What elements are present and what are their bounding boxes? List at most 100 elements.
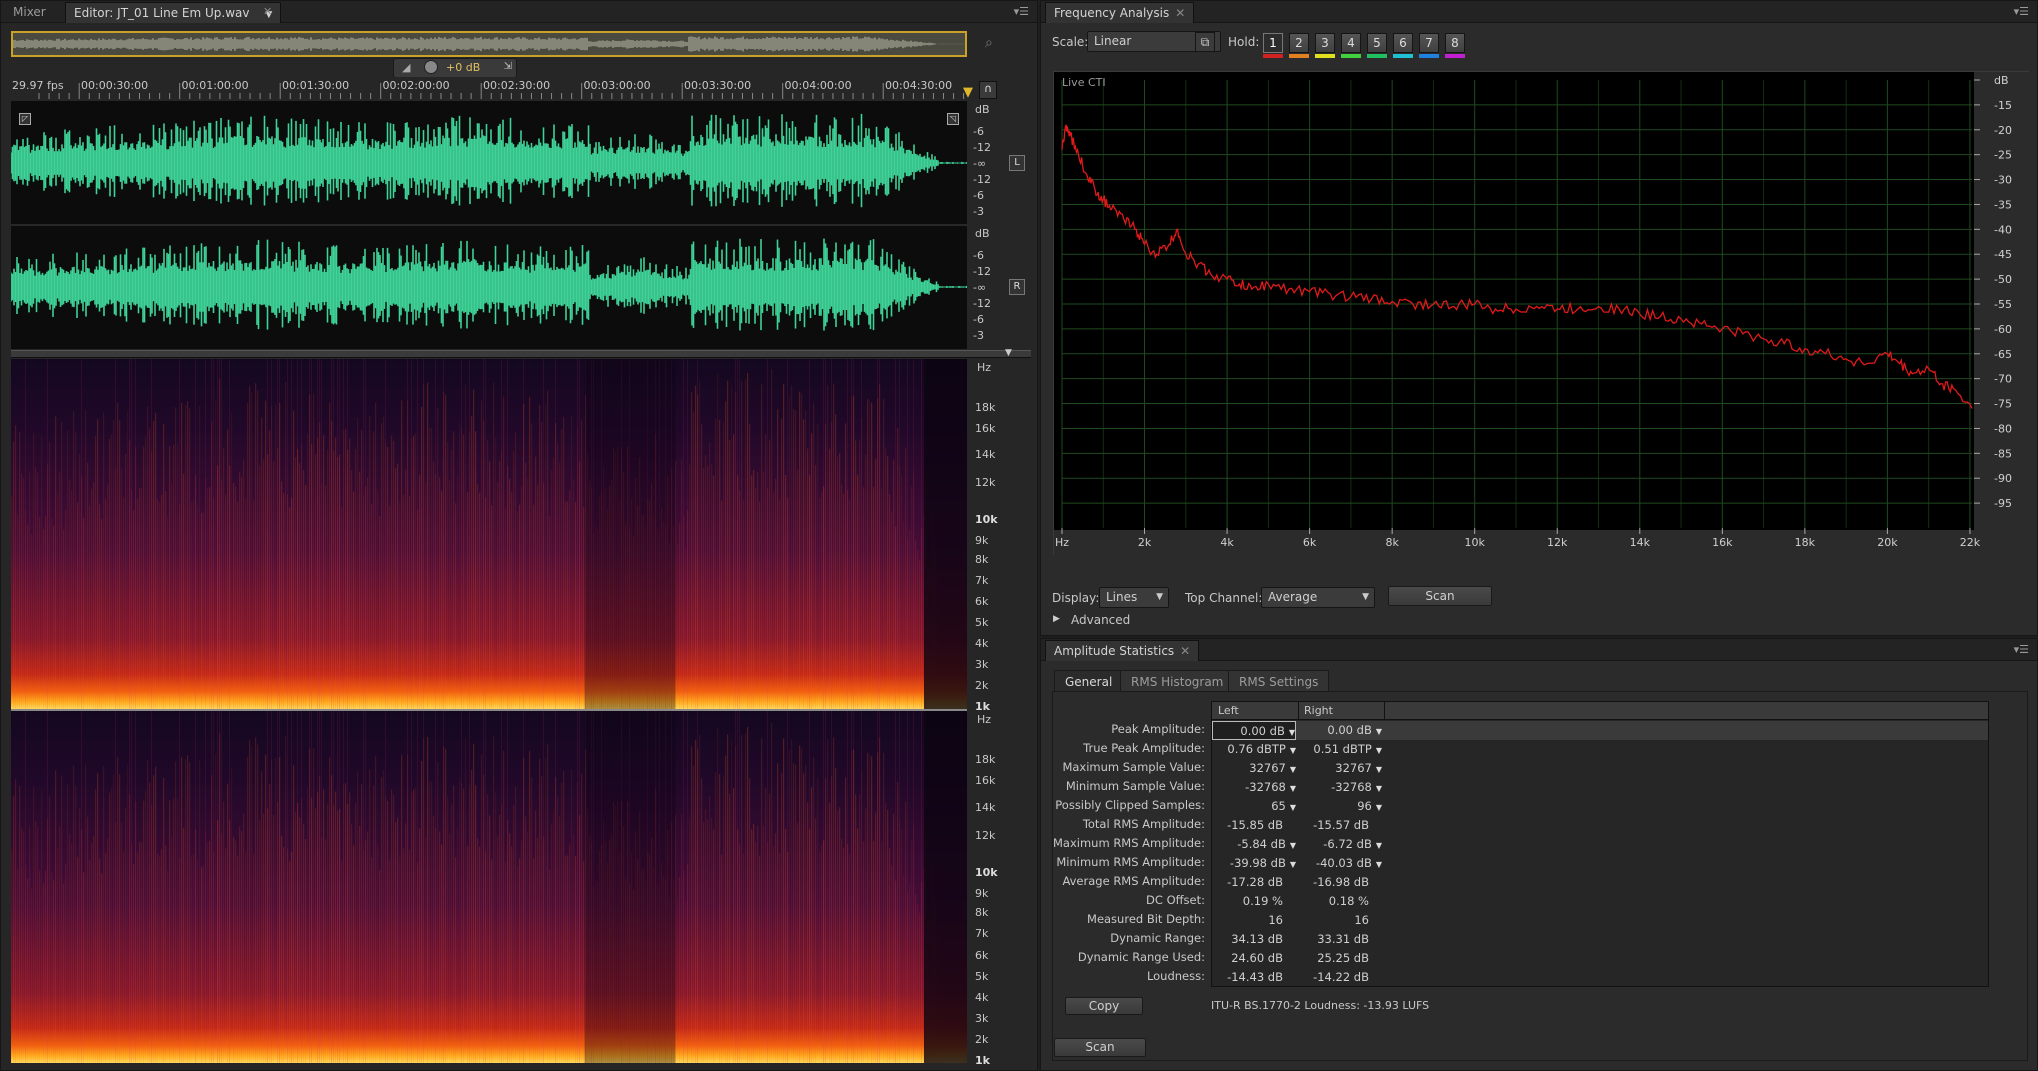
pin-icon[interactable]: ⇲ [504, 61, 512, 72]
panel-menu-icon[interactable]: ▾☰ [1014, 5, 1029, 18]
db-scale-left: dB -6 -12 -∞ -12 -6 -3 L [969, 101, 1029, 225]
y-tick-label: -15 [1994, 99, 2012, 112]
x-tick-label: 14k [1630, 536, 1651, 549]
hold-button-7[interactable]: 7 [1419, 33, 1439, 53]
stat-right-value[interactable]: -32768 ▼ [1298, 778, 1382, 797]
jump-to-icon[interactable]: ▼ [1376, 741, 1382, 760]
close-icon[interactable]: ✕ [1180, 644, 1190, 658]
col-divider [1298, 702, 1299, 720]
jump-to-icon[interactable]: ▼ [1290, 798, 1296, 817]
hz-unit-label: Hz [977, 361, 992, 374]
tab-general[interactable]: General [1054, 670, 1124, 692]
tab-amplitude-statistics[interactable]: Amplitude Statistics ✕ [1045, 640, 1200, 661]
waveform-view[interactable]: ◸ ◹ [10, 101, 968, 349]
hold-button-1[interactable]: 1 [1263, 33, 1283, 53]
overview-strip[interactable] [11, 31, 967, 57]
display-dropdown[interactable]: Lines ▼ [1099, 587, 1169, 608]
tab-frequency-analysis[interactable]: Frequency Analysis ✕ [1045, 2, 1195, 23]
stat-right-value[interactable]: -40.03 dB ▼ [1298, 854, 1382, 873]
stat-left-value[interactable]: 32767 ▼ [1212, 759, 1296, 778]
hud-volume[interactable]: ◢ +0 dB ⇲ [393, 58, 517, 78]
stat-left-value[interactable]: 65 ▼ [1212, 797, 1296, 816]
stat-right-value[interactable]: 0.00 dB ▼ [1298, 721, 1382, 740]
tab-rms-settings[interactable]: RMS Settings [1228, 670, 1330, 692]
jump-to-icon[interactable]: ▼ [1376, 760, 1382, 779]
stat-left-value[interactable]: -39.98 dB ▼ [1212, 854, 1296, 873]
hold-color-swatch [1289, 54, 1309, 58]
freq-scan-button[interactable]: Scan [1388, 586, 1492, 606]
spectrum-graph[interactable]: dB -15 -20 -25 -30 -35 -40 -45 -50 -55 -60 -65 -70 -7… [1053, 71, 2030, 556]
jump-to-icon[interactable]: ▼ [1376, 779, 1382, 798]
headphones-icon[interactable]: ∩ [979, 81, 997, 99]
chevron-down-icon[interactable]: ▼ [1005, 348, 1012, 358]
y-tick-label: -65 [1994, 348, 2012, 361]
channel-left-button[interactable]: L [1009, 155, 1025, 171]
x-tick-label: 2k [1138, 536, 1152, 549]
advanced-expand-icon[interactable]: ▶ [1053, 614, 1060, 624]
stat-right-value[interactable]: 0.51 dBTP ▼ [1298, 740, 1382, 759]
fade-in-handle-icon[interactable]: ◸ [19, 113, 31, 125]
playhead-marker-icon[interactable]: ▼ [963, 85, 973, 100]
hz-tick-label: 6k [975, 948, 989, 962]
channel-right-button[interactable]: R [1009, 279, 1025, 295]
stat-right-value: -16.98 dB [1313, 875, 1369, 889]
top-channel-label: Top Channel: [1185, 591, 1263, 605]
panel-menu-icon[interactable]: ▾☰ [2014, 5, 2029, 18]
hold-button-4[interactable]: 4 [1341, 33, 1361, 53]
jump-to-icon[interactable]: ▼ [1290, 779, 1296, 798]
close-icon[interactable]: ✕ [1175, 6, 1185, 20]
hold-button-5[interactable]: 5 [1367, 33, 1387, 53]
jump-to-icon[interactable]: ▼ [1376, 855, 1382, 874]
timeline-ruler[interactable]: 29.97 fps 00:00:30:00 00:01:00:00 00:01:30… [9, 77, 969, 99]
tab-mixer[interactable]: Mixer [5, 2, 54, 23]
top-channel-dropdown[interactable]: Average ▼ [1261, 587, 1375, 608]
spectrogram-view[interactable] [11, 359, 967, 1063]
stat-left-value[interactable]: -32768 ▼ [1212, 778, 1296, 797]
stat-label: Dynamic Range Used: [1077, 950, 1205, 964]
col-divider [1384, 702, 1385, 720]
hz-tick-label: 9k [975, 534, 989, 547]
stats-row: 32767 ▼ 32767 ▼ [1212, 759, 1988, 778]
jump-to-icon[interactable]: ▼ [1376, 722, 1382, 741]
hud-gain-value[interactable]: +0 dB [446, 61, 480, 74]
hold-button-6[interactable]: 6 [1393, 33, 1413, 53]
jump-to-icon[interactable]: ▼ [1290, 836, 1296, 855]
view-divider[interactable] [11, 350, 1031, 358]
copy-graph-icon[interactable]: ⧉ [1195, 32, 1215, 52]
stat-right-value[interactable]: 32767 ▼ [1298, 759, 1382, 778]
stat-left-value[interactable]: -5.84 dB ▼ [1212, 835, 1296, 854]
hold-button-3[interactable]: 3 [1315, 33, 1335, 53]
hz-tick-label: 2k [975, 679, 989, 693]
knob-icon[interactable] [424, 60, 438, 74]
hold-button-2[interactable]: 2 [1289, 33, 1309, 53]
ruler-ticks [38, 83, 965, 99]
y-tick-label: -90 [1994, 472, 2012, 485]
close-icon[interactable]: ✕ [263, 5, 272, 18]
jump-to-icon[interactable]: ▼ [1376, 836, 1382, 855]
stat-label: Possibly Clipped Samples: [1055, 798, 1205, 812]
panel-menu-icon[interactable]: ▾☰ [2014, 643, 2029, 656]
jump-to-icon[interactable]: ▼ [1376, 798, 1382, 817]
fade-out-handle-icon[interactable]: ◹ [947, 113, 959, 125]
itu-loudness-text: ITU-R BS.1770-2 Loudness: -13.93 LUFS [1211, 999, 1430, 1012]
tab-editor[interactable]: Editor: JT_01 Line Em Up.wav ▼ [65, 2, 282, 23]
hz-tick-label: 14k [975, 800, 996, 814]
amp-scan-button[interactable]: Scan [1054, 1038, 1146, 1057]
hold-button-8[interactable]: 8 [1445, 33, 1465, 53]
col-right-header: Right [1304, 704, 1333, 717]
copy-button[interactable]: Copy [1065, 997, 1143, 1015]
jump-to-icon[interactable]: ▼ [1290, 760, 1296, 779]
y-tick-label: -45 [1994, 248, 2012, 261]
stats-row: -15.85 dB -15.57 dB [1212, 816, 1988, 835]
jump-to-icon[interactable]: ▼ [1290, 855, 1296, 874]
stat-right-value[interactable]: 96 ▼ [1298, 797, 1382, 816]
stat-right-value[interactable]: -6.72 dB ▼ [1298, 835, 1382, 854]
db-tick: -12 [973, 297, 991, 310]
stat-left-value[interactable]: 0.00 dB ▼ [1212, 721, 1296, 740]
advanced-label[interactable]: Advanced [1071, 613, 1130, 627]
stat-left-value[interactable]: 0.76 dBTP ▼ [1212, 740, 1296, 759]
db-tick: -12 [973, 265, 991, 278]
zoom-icon[interactable]: ⌕ [985, 35, 993, 51]
tab-rms-histogram[interactable]: RMS Histogram [1120, 670, 1235, 692]
jump-to-icon[interactable]: ▼ [1290, 741, 1296, 760]
